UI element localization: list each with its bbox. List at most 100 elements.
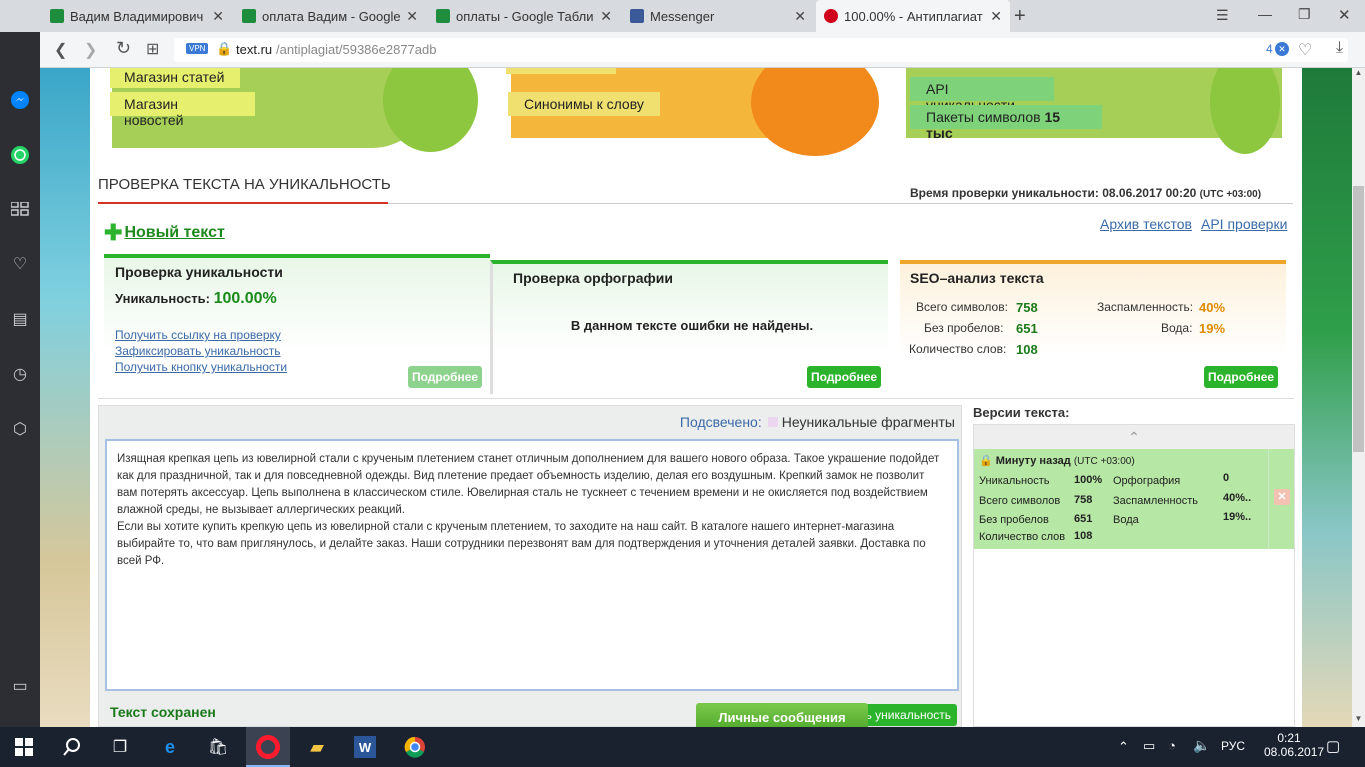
download-icon[interactable]: ⤓ bbox=[1336, 39, 1343, 57]
uniqueness-more-button[interactable]: Подробнее bbox=[408, 366, 482, 388]
banner-link-articles[interactable]: Магазин статей bbox=[110, 68, 240, 88]
seo-words-label: Количество слов: bbox=[909, 342, 1007, 356]
tab-3[interactable]: оплаты - Google Таблицы✕ bbox=[428, 0, 620, 32]
battery-icon[interactable]: ▭ bbox=[1143, 738, 1155, 754]
edge-icon[interactable]: e bbox=[158, 735, 182, 759]
uniqueness-label: Уникальность: bbox=[115, 291, 210, 306]
tab-4[interactable]: Messenger ✕ bbox=[622, 0, 814, 32]
close-tab-icon[interactable]: ✕ bbox=[212, 8, 224, 25]
opera-taskbar-item[interactable] bbox=[246, 727, 290, 767]
blocked-count[interactable]: 4 bbox=[1266, 42, 1273, 56]
word-icon[interactable]: W bbox=[354, 736, 376, 758]
bookmark-heart-icon[interactable]: ♡ bbox=[1298, 40, 1312, 60]
banner-link-api[interactable]: API уникальности bbox=[910, 77, 1054, 113]
check-time-label: Время проверки уникальности: 08.06.2017 … bbox=[910, 186, 1197, 200]
minimize-icon[interactable]: — bbox=[1258, 6, 1272, 22]
scroll-down-icon[interactable]: ▼ bbox=[1352, 714, 1365, 727]
close-tab-icon[interactable]: ✕ bbox=[406, 8, 418, 25]
reload-icon[interactable]: ↻ bbox=[116, 38, 131, 59]
speed-dial-icon[interactable] bbox=[8, 197, 32, 221]
search-icon[interactable] bbox=[60, 735, 84, 759]
forward-icon[interactable]: ❯ bbox=[84, 40, 97, 60]
card-uniqueness-title: Проверка уникальности bbox=[115, 264, 283, 280]
versions-panel: ⌃ 🔒 Минуту назад (UTC +03:00) Уникальнос… bbox=[973, 424, 1295, 727]
store-icon[interactable]: 🛍 bbox=[206, 735, 230, 759]
tray-expand-icon[interactable]: ⌃ bbox=[1118, 739, 1129, 755]
seo-spam-label: Заспамленность: bbox=[1097, 300, 1194, 314]
adblock-icon[interactable]: ✕ bbox=[1275, 42, 1289, 56]
check-time: Время проверки уникальности: 08.06.2017 … bbox=[910, 186, 1261, 200]
spelling-more-button[interactable]: Подробнее bbox=[807, 366, 881, 388]
messenger-icon[interactable] bbox=[8, 88, 32, 112]
notifications-icon[interactable]: ▢ bbox=[1326, 737, 1340, 755]
delete-version-icon[interactable]: ✕ bbox=[1274, 489, 1290, 505]
close-window-icon[interactable]: ✕ bbox=[1338, 6, 1351, 24]
network-icon[interactable]: ◔ bbox=[1168, 738, 1176, 753]
address-toolbar: ❮ ❯ ↻ ⊞ VPN 🔒 text.ru /antiplagiat/59386… bbox=[40, 32, 1365, 68]
tabs-grid-icon[interactable]: ⊞ bbox=[146, 39, 159, 59]
windows-taskbar: ❐ e 🛍 ▰ W ⌃ ▭ ◔ 🔈 РУС 0:21 08.06.2017 ▢ bbox=[0, 727, 1365, 767]
sidebar-toggle-icon[interactable]: ▭ bbox=[8, 674, 32, 698]
version-words-value: 108 bbox=[1074, 530, 1093, 542]
file-explorer-icon[interactable]: ▰ bbox=[305, 735, 329, 759]
get-button-link[interactable]: Получить кнопку уникальности bbox=[115, 360, 287, 374]
check-uniqueness-button[interactable]: ь уникальность bbox=[865, 704, 957, 726]
tab-1[interactable]: Вадим Владимирович - G✕ bbox=[42, 0, 232, 32]
version-chars-label: Всего символов bbox=[979, 495, 1061, 507]
volume-icon[interactable]: 🔈 bbox=[1193, 737, 1210, 754]
get-link-link[interactable]: Получить ссылку на проверку bbox=[115, 328, 281, 342]
heart-icon[interactable]: ♡ bbox=[8, 252, 32, 276]
uniqueness-value: 100.00% bbox=[213, 290, 277, 307]
version-tz: (UTC +03:00) bbox=[1073, 456, 1135, 467]
task-view-icon[interactable]: ❐ bbox=[108, 735, 132, 759]
new-text-link[interactable]: ✚ Новый текст bbox=[104, 220, 225, 246]
plus-icon: ✚ bbox=[104, 220, 123, 245]
api-check-link[interactable]: API проверки bbox=[1201, 216, 1287, 232]
tab-bar: Вадим Владимирович - G✕ оплата Вадим - G… bbox=[0, 0, 1365, 32]
news-icon[interactable]: ▤ bbox=[8, 307, 32, 331]
editor-panel: Подсвечено: Неуникальные фрагменты Изящн… bbox=[98, 405, 962, 727]
clock[interactable]: 0:21 08.06.2017 bbox=[1264, 731, 1324, 759]
back-icon[interactable]: ❮ bbox=[54, 40, 67, 60]
close-tab-icon[interactable]: ✕ bbox=[794, 8, 806, 25]
version-chars-value: 758 bbox=[1074, 494, 1093, 506]
fix-uniqueness-link[interactable]: Зафиксировать уникальность bbox=[115, 344, 281, 358]
language-indicator[interactable]: РУС bbox=[1221, 739, 1245, 753]
card-spelling: Проверка орфографии В данном тексте ошиб… bbox=[490, 260, 888, 394]
banner-link-hidden bbox=[506, 68, 616, 74]
extensions-icon[interactable]: ⬡ bbox=[8, 417, 32, 441]
seo-nospace-label: Без пробелов: bbox=[924, 321, 1004, 335]
version-spam-value: 40%.. bbox=[1223, 492, 1252, 504]
banner: Магазин статей Магазин новостей Синонимы… bbox=[98, 68, 1294, 156]
browser-sidebar: O ♡ ▤ ◷ ⬡ ▭ bbox=[0, 0, 40, 727]
archive-link[interactable]: Архив текстов bbox=[1100, 216, 1192, 232]
scroll-up-icon[interactable]: ▲ bbox=[1352, 68, 1365, 81]
banner-link-news[interactable]: Магазин новостей bbox=[110, 92, 255, 128]
banner-link-synonyms[interactable]: Синонимы к слову bbox=[508, 92, 660, 116]
version-unique-label: Уникальность bbox=[979, 475, 1050, 487]
close-tab-icon[interactable]: ✕ bbox=[600, 8, 612, 25]
new-tab-icon[interactable]: + bbox=[1014, 5, 1026, 28]
version-item[interactable]: 🔒 Минуту назад (UTC +03:00) Уникальность… bbox=[974, 449, 1268, 549]
tab-2[interactable]: оплата Вадим - Google Та✕ bbox=[234, 0, 426, 32]
versions-up-arrow-icon[interactable]: ⌃ bbox=[974, 425, 1294, 449]
chrome-icon[interactable] bbox=[403, 735, 427, 759]
close-tab-icon[interactable]: ✕ bbox=[990, 8, 1002, 25]
whatsapp-icon[interactable] bbox=[8, 143, 32, 167]
windows-start-icon[interactable] bbox=[12, 735, 36, 759]
page-scrollbar[interactable]: ▲ ▼ bbox=[1352, 68, 1365, 727]
maximize-icon[interactable]: ❐ bbox=[1298, 6, 1311, 23]
tab-5-active[interactable]: 100.00% - Антиплагиат он✕ bbox=[816, 0, 1010, 32]
text-editor[interactable]: Изящная крепкая цепь из ювелирной стали … bbox=[105, 439, 959, 691]
banner-link-packages[interactable]: Пакеты символов 15 тыс bbox=[910, 105, 1102, 141]
apple-image-right bbox=[1210, 68, 1280, 154]
seo-more-button[interactable]: Подробнее bbox=[1204, 366, 1278, 388]
seo-chars-value: 758 bbox=[1016, 300, 1038, 315]
scrollbar-thumb[interactable] bbox=[1353, 186, 1364, 452]
url-field[interactable]: VPN 🔒 text.ru /antiplagiat/59386e2877adb… bbox=[174, 38, 1348, 62]
private-messages-button[interactable]: Личные сообщения bbox=[696, 703, 868, 727]
tab-menu-icon[interactable]: ☰ bbox=[1216, 7, 1229, 24]
history-icon[interactable]: ◷ bbox=[8, 362, 32, 386]
check-time-tz: (UTC +03:00) bbox=[1199, 189, 1262, 200]
vpn-badge[interactable]: VPN bbox=[186, 43, 209, 54]
